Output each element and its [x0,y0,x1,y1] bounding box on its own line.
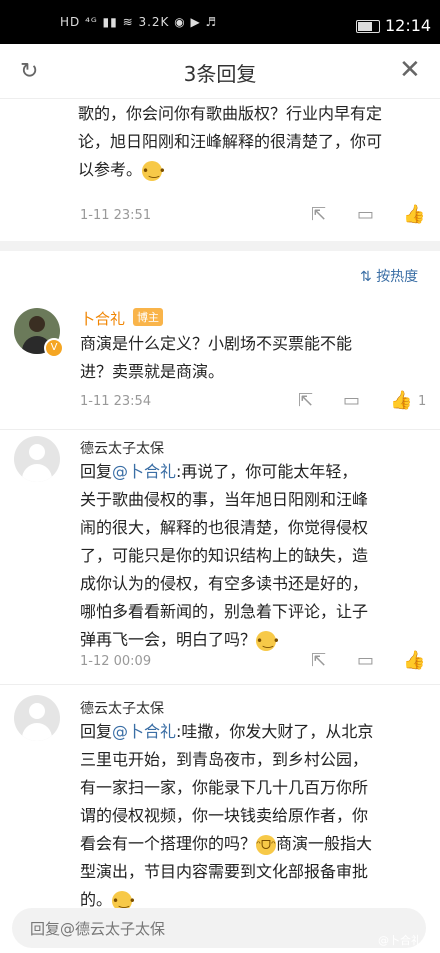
top-comment-text: 歌的，你会问你有歌曲版权？行业内早有定 论，旭日阳刚和汪峰解释的很清楚了，你可 … [78,104,383,181]
reply-text: 回复@卜合礼:再说了，你可能太年轻， 关于歌曲侵权的事，当年旭日阳刚和汪峰 闹的… [80,462,369,651]
like-count: 1 [418,394,427,409]
main-comment-text: 商演是什么定义？小剧场不买票能不能 进？卖票就是商演。 [80,334,353,381]
like-icon[interactable]: 👍 [390,390,412,411]
page-title: 3条回复 [183,62,257,86]
smirk-emoji-icon: •‿• [256,630,280,651]
share-icon[interactable]: ⇱ [311,204,326,225]
verified-badge-icon: V [44,338,64,358]
reply-input[interactable]: 回复@德云太子太保 [12,908,426,948]
avatar[interactable] [14,695,60,741]
battery-icon [356,20,380,33]
status-icons: HD ⁴ᴳ ▮▮ ≋ 3.2K ◉ ▶ ♬ [60,15,218,29]
share-icon[interactable]: ⇱ [298,390,313,411]
avatar[interactable] [14,436,60,482]
top-comment-time: 1-11 23:51 [80,208,152,223]
watermark: @卜合礼 [378,934,422,947]
comment-icon[interactable]: ▭ [357,650,374,671]
commenter-name[interactable]: 德云太子太保 [80,438,164,458]
comment-icon[interactable]: ▭ [343,390,360,411]
blogger-tag: 博主 [133,308,163,326]
section-gap [0,241,440,251]
like-icon[interactable]: 👍 [403,204,425,225]
commenter-name[interactable]: 卜合礼 [80,308,125,329]
main-comment-time: 1-11 23:54 [80,394,152,409]
share-icon[interactable]: ⇱ [311,650,326,671]
comment-icon[interactable]: ▭ [357,204,374,225]
smirk-emoji-icon: •‿• [142,160,166,181]
laughing-emoji-icon: ᵔᗜᵔ [256,834,277,855]
status-bar: HD ⁴ᴳ ▮▮ ≋ 3.2K ◉ ▶ ♬ 12:14 [0,0,440,44]
reply-input-placeholder: 回复@德云太子太保 [30,920,166,938]
close-icon[interactable]: ✕ [399,55,421,85]
reply-time: 1-12 00:09 [80,654,152,669]
sheet-header: ↻ 3条回复 ✕ [0,44,440,99]
sort-button[interactable]: ⇅ 按热度 [360,266,418,286]
mention-link[interactable]: @卜合礼 [112,462,176,481]
reply-text: 回复@卜合礼:哇撒，你发大财了，从北京 三里屯开始，到青岛夜市，到乡村公园， 有… [80,722,374,911]
like-icon[interactable]: 👍 [403,650,425,671]
commenter-name[interactable]: 德云太子太保 [80,698,164,718]
status-time: 12:14 [385,16,432,35]
mention-link[interactable]: @卜合礼 [112,722,176,741]
replies-sheet: ↻ 3条回复 ✕ 歌的，你会问你有歌曲版权？行业内早有定 论，旭日阳刚和汪峰解释… [0,44,440,953]
